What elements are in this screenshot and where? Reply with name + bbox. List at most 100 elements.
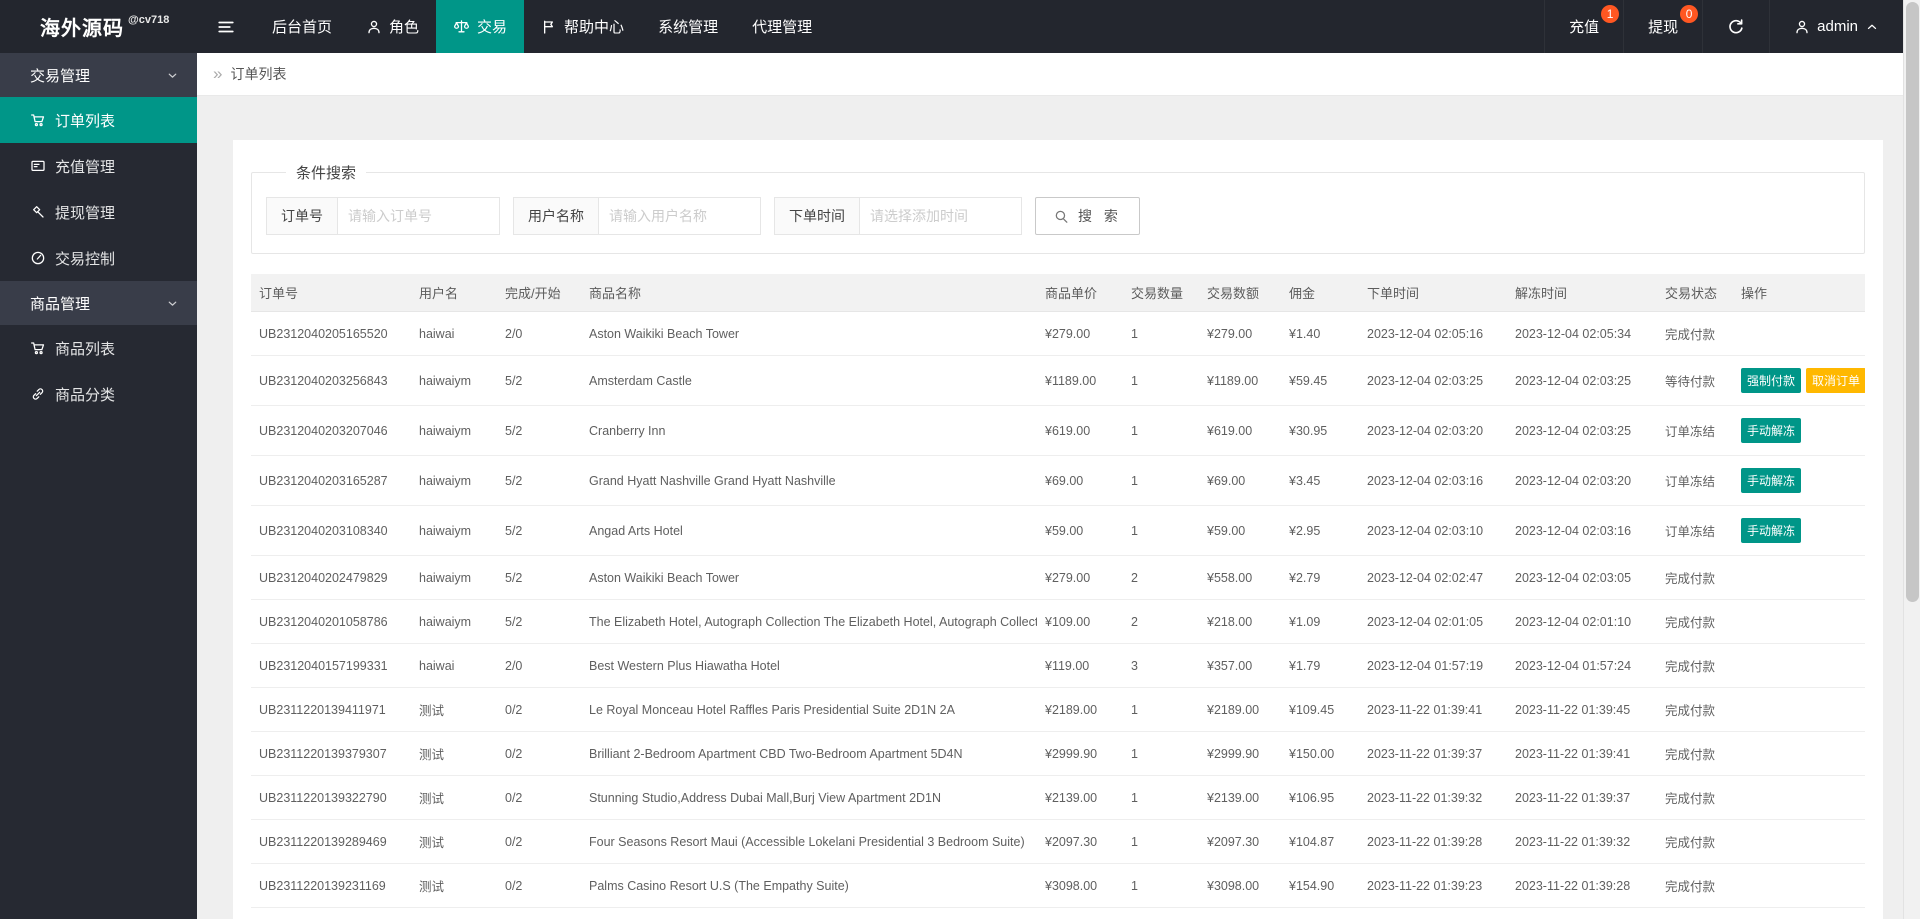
column-header: 交易数额 xyxy=(1199,274,1281,312)
column-header: 交易状态 xyxy=(1657,274,1733,312)
order-time-cell: 2023-12-04 02:01:05 xyxy=(1359,599,1507,644)
refresh-button[interactable] xyxy=(1702,0,1769,53)
withdraw-button[interactable]: 提现 0 xyxy=(1623,0,1702,53)
unit-price-cell: ¥2097.30 xyxy=(1037,907,1123,919)
cart-icon xyxy=(30,112,46,128)
nav-item-agent[interactable]: 代理管理 xyxy=(735,0,829,53)
nav-item-role[interactable]: 角色 xyxy=(349,0,436,53)
username-cell: haiwai xyxy=(411,643,497,688)
progress-cell: 5/2 xyxy=(497,505,581,556)
order-no-cell: UB2311220139379307 xyxy=(251,731,411,776)
withdraw-label: 提现 xyxy=(1648,19,1679,36)
actions-cell xyxy=(1733,907,1865,919)
order-time-input[interactable] xyxy=(860,197,1022,235)
product-name-cell: Le Royal Monceau Hotel Raffles Paris Pre… xyxy=(581,687,1037,732)
status-cell: 完成付款 xyxy=(1657,775,1733,820)
chevron-up-icon xyxy=(1865,20,1879,34)
sidebar-item-product-list[interactable]: 商品列表 xyxy=(0,325,197,371)
product-name-cell: The Elizabeth Hotel, Autograph Collectio… xyxy=(581,599,1037,644)
table-row: UB2311220139379307 测试 0/2 Brilliant 2-Bedro… xyxy=(251,731,1865,776)
status-cell: 完成付款 xyxy=(1657,311,1733,356)
cancel-order-button[interactable]: 取消订单 xyxy=(1806,368,1865,393)
sidebar-item-label: 商品列表 xyxy=(55,340,116,358)
manual-unfreeze-button[interactable]: 手动解冻 xyxy=(1741,418,1802,443)
flag-icon xyxy=(541,19,557,35)
search-button[interactable]: 搜 索 xyxy=(1035,197,1140,235)
product-name-cell: Aston Waikiki Beach Tower xyxy=(581,311,1037,356)
product-name-cell: Palms Casino Resort U.S (The Empathy Sui… xyxy=(581,863,1037,908)
status-cell: 完成付款 xyxy=(1657,687,1733,732)
top-navbar: 海外源码 @cv718 后台首页 角色 交易 帮助中心 系统管理 代理管理 充值 xyxy=(0,0,1903,53)
sidebar-item-trade-control[interactable]: 交易控制 xyxy=(0,235,197,281)
progress-cell: 0/2 xyxy=(497,775,581,820)
order-no-cell: UB2311220139289469 xyxy=(251,819,411,864)
column-header: 商品名称 xyxy=(581,274,1037,312)
sidebar-item-label: 商品分类 xyxy=(55,386,116,404)
product-name-cell: Stunning Studio,Address Dubai Mall,Burj … xyxy=(581,775,1037,820)
card-icon xyxy=(30,158,46,174)
amount-cell: ¥2189.00 xyxy=(1199,687,1281,732)
unfreeze-time-cell: 2023-11-22 01:39:45 xyxy=(1507,687,1657,732)
username-cell: haiwaiym xyxy=(411,599,497,644)
table-row: UB2312040203256843 haiwaiym 5/2 Amsterdam C… xyxy=(251,355,1865,406)
order-no-field-group: 订单号 xyxy=(266,197,500,235)
nav-item-system[interactable]: 系统管理 xyxy=(641,0,735,53)
recharge-button[interactable]: 充值 1 xyxy=(1544,0,1623,53)
page-scrollbar[interactable] xyxy=(1903,0,1920,919)
sidebar-item-recharge[interactable]: 充值管理 xyxy=(0,143,197,189)
status-cell: 订单冻结 xyxy=(1657,405,1733,456)
amount-cell: ¥3098.00 xyxy=(1199,863,1281,908)
nav-item-dashboard[interactable]: 后台首页 xyxy=(255,0,349,53)
order-table: 订单号 用户名 完成/开始 商品名称 商品单价 交易数量 交易数额 佣金 下单时间 解冻时间 交易状… xyxy=(251,274,1865,919)
nav-item-label: 角色 xyxy=(389,19,420,36)
sidebar-item-withdraw[interactable]: 提现管理 xyxy=(0,189,197,235)
sidebar-section-product[interactable]: 商品管理 xyxy=(0,281,197,325)
actions-cell: 强制付款 取消订单 xyxy=(1733,355,1865,406)
order-no-cell: UB2312040205165520 xyxy=(251,311,411,356)
quantity-cell: 1 xyxy=(1123,775,1199,820)
column-header: 完成/开始 xyxy=(497,274,581,312)
unit-price-cell: ¥1189.00 xyxy=(1037,355,1123,406)
order-no-input[interactable] xyxy=(338,197,500,235)
order-time-cell: 2023-11-22 01:39:32 xyxy=(1359,775,1507,820)
unfreeze-time-cell: 2023-11-22 01:39:32 xyxy=(1507,819,1657,864)
cart-icon xyxy=(30,340,46,356)
order-time-cell: 2023-11-22 01:39:41 xyxy=(1359,687,1507,732)
status-cell: 完成付款 xyxy=(1657,599,1733,644)
commission-cell: ¥104.87 xyxy=(1281,819,1359,864)
manual-unfreeze-button[interactable]: 手动解冻 xyxy=(1741,518,1802,543)
unfreeze-time-cell: 2023-11-22 00:03:50 xyxy=(1507,907,1657,919)
withdraw-count-badge: 0 xyxy=(1680,5,1699,23)
order-no-cell: UB2312040202479829 xyxy=(251,555,411,600)
manual-unfreeze-button[interactable]: 手动解冻 xyxy=(1741,468,1802,493)
product-name-cell: Brilliant 2-Bedroom Apartment CBD Two-Be… xyxy=(581,731,1037,776)
search-panel-title: 条件搜索 xyxy=(296,165,357,182)
order-no-cell: UB2312040203108340 xyxy=(251,505,411,556)
product-name-cell: Aston Waikiki Beach Tower xyxy=(581,555,1037,600)
quantity-cell: 3 xyxy=(1123,643,1199,688)
force-pay-button[interactable]: 强制付款 xyxy=(1741,368,1802,393)
nav-item-trade[interactable]: 交易 xyxy=(436,0,525,53)
actions-cell xyxy=(1733,863,1865,908)
username-input[interactable] xyxy=(599,197,761,235)
scrollbar-thumb[interactable] xyxy=(1906,2,1919,602)
nav-item-help[interactable]: 帮助中心 xyxy=(524,0,641,53)
commission-cell: ¥106.95 xyxy=(1281,775,1359,820)
user-menu[interactable]: admin xyxy=(1769,0,1903,53)
app-version-tag: @cv718 xyxy=(128,13,170,26)
sidebar-item-order-list[interactable]: 订单列表 xyxy=(0,97,197,143)
order-no-cell: UB2312040203256843 xyxy=(251,355,411,406)
table-row: UB2312040205165520 haiwai 2/0 Aston Waikiki… xyxy=(251,311,1865,356)
column-header: 商品单价 xyxy=(1037,274,1123,312)
table-row: UB2312040202479829 haiwaiym 5/2 Aston Waiki… xyxy=(251,555,1865,600)
page-title: 订单列表 xyxy=(230,66,287,82)
commission-cell: ¥150.00 xyxy=(1281,731,1359,776)
unfreeze-time-cell: 2023-12-04 02:03:05 xyxy=(1507,555,1657,600)
unit-price-cell: ¥109.00 xyxy=(1037,599,1123,644)
sidebar-item-product-category[interactable]: 商品分类 xyxy=(0,371,197,417)
nav-item-label: 后台首页 xyxy=(272,19,333,36)
product-name-cell: Cranberry Inn xyxy=(581,405,1037,456)
sidebar-toggle-button[interactable] xyxy=(197,0,255,53)
unfreeze-time-cell: 2023-12-04 02:05:34 xyxy=(1507,311,1657,356)
sidebar-section-trade[interactable]: 交易管理 xyxy=(0,53,197,97)
